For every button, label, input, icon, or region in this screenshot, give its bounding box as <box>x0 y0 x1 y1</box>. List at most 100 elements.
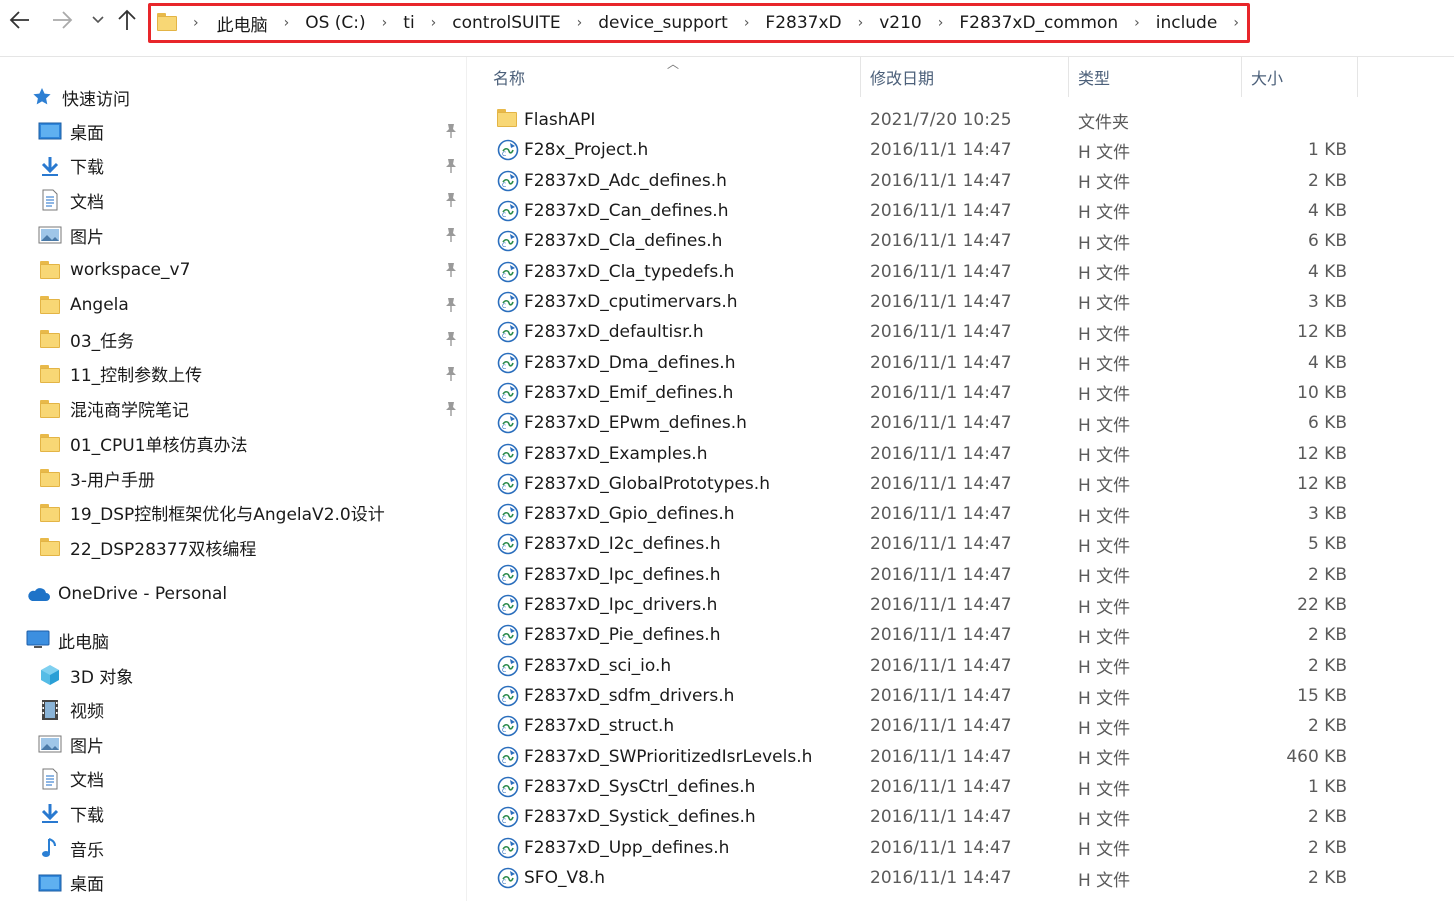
sidebar-pc-item[interactable]: 图片 <box>38 729 104 759</box>
file-name: F2837xD_sdfm_drivers.h <box>524 686 735 707</box>
file-row[interactable]: C F2837xD_Adc_defines.h 2016/11/1 14:47 H 文… <box>467 166 1454 196</box>
sidebar-quick-item[interactable]: 文档 <box>38 185 104 215</box>
file-row[interactable]: C F2837xD_Cla_defines.h 2016/11/1 14:47 H 文… <box>467 226 1454 256</box>
sidebar-this-pc[interactable]: 此电脑 <box>26 625 109 655</box>
back-button[interactable] <box>6 6 34 34</box>
sidebar-quick-item[interactable]: 3-用户手册 <box>38 463 155 493</box>
sidebar-quick-item[interactable]: 下载 <box>38 151 104 181</box>
sidebar-quick-item[interactable]: 19_DSP控制框架优化与AngelaV2.0设计 <box>38 498 385 528</box>
file-row[interactable]: C F2837xD_Ipc_defines.h 2016/11/1 14:47 H 文… <box>467 560 1454 590</box>
file-row[interactable]: C F2837xD_Examples.h 2016/11/1 14:47 H 文件 12… <box>467 439 1454 469</box>
recent-locations-button[interactable] <box>84 6 112 34</box>
breadcrumb-separator-icon[interactable]: › <box>938 15 944 31</box>
pin-icon[interactable] <box>442 226 460 244</box>
column-divider[interactable] <box>1068 57 1069 97</box>
column-header-type[interactable]: 类型 <box>1078 57 1110 97</box>
pin-icon[interactable] <box>442 191 460 209</box>
sidebar-quick-item[interactable]: 01_CPU1单核仿真办法 <box>38 428 248 458</box>
svg-text:C: C <box>502 667 506 674</box>
file-row[interactable]: C F2837xD_struct.h 2016/11/1 14:47 H 文件 2 KB <box>467 711 1454 741</box>
file-row[interactable]: C F28x_Project.h 2016/11/1 14:47 H 文件 1 KB <box>467 135 1454 165</box>
file-row[interactable]: C F2837xD_Dma_defines.h 2016/11/1 14:47 H 文… <box>467 348 1454 378</box>
breadcrumb-separator-icon[interactable]: › <box>382 15 388 31</box>
breadcrumb-separator-icon[interactable]: › <box>431 15 437 31</box>
breadcrumb-separator-icon[interactable]: › <box>1134 15 1140 31</box>
file-row[interactable]: C F2837xD_Emif_defines.h 2016/11/1 14:47 H … <box>467 378 1454 408</box>
breadcrumb-separator-icon[interactable]: › <box>577 15 583 31</box>
file-type: H 文件 <box>1078 658 1131 679</box>
h-file-icon: C <box>497 291 519 313</box>
file-type: H 文件 <box>1078 446 1131 467</box>
sidebar-pc-item[interactable]: 下载 <box>38 798 104 828</box>
sidebar-onedrive[interactable]: OneDrive - Personal <box>26 579 227 609</box>
file-row[interactable]: C F2837xD_Pie_defines.h 2016/11/1 14:47 H 文… <box>467 620 1454 650</box>
sidebar-item-label: 文档 <box>70 192 104 213</box>
breadcrumb-item[interactable]: v210 › <box>879 13 959 33</box>
sidebar-quick-item[interactable]: 桌面 <box>38 116 104 146</box>
column-header-date[interactable]: 修改日期 <box>870 57 934 97</box>
file-row[interactable]: C F2837xD_cputimervars.h 2016/11/1 14:47 H … <box>467 287 1454 317</box>
file-row[interactable]: FlashAPI 2021/7/20 10:25 文件夹 <box>467 105 1454 135</box>
file-row[interactable]: C F2837xD_sci_io.h 2016/11/1 14:47 H 文件 2 KB <box>467 651 1454 681</box>
file-row[interactable]: C F2837xD_I2c_defines.h 2016/11/1 14:47 H 文… <box>467 529 1454 559</box>
column-header-name[interactable]: 名称 <box>493 57 525 97</box>
breadcrumb-separator-icon[interactable]: › <box>1233 15 1239 31</box>
file-row[interactable]: C F2837xD_Can_defines.h 2016/11/1 14:47 H 文… <box>467 196 1454 226</box>
column-divider[interactable] <box>1241 57 1242 97</box>
file-row[interactable]: C F2837xD_Ipc_drivers.h 2016/11/1 14:47 H 文… <box>467 590 1454 620</box>
pin-icon[interactable] <box>442 400 460 418</box>
pin-icon[interactable] <box>442 122 460 140</box>
column-divider[interactable] <box>860 57 861 97</box>
sidebar-quick-item[interactable]: 22_DSP28377双核编程 <box>38 532 256 562</box>
sidebar-quick-item[interactable]: 混沌商学院笔记 <box>38 394 189 424</box>
svg-text:C: C <box>502 818 506 825</box>
column-header-size[interactable]: 大小 <box>1251 57 1283 97</box>
sidebar-pc-item[interactable]: 文档 <box>38 764 104 794</box>
pin-icon[interactable] <box>442 261 460 279</box>
breadcrumb-item[interactable]: device_support › <box>598 13 765 33</box>
breadcrumb-item[interactable]: controlSUITE › <box>452 13 598 33</box>
sidebar-pc-item[interactable]: 视频 <box>38 695 104 725</box>
sidebar-quick-access[interactable]: 快速访问 <box>30 82 130 112</box>
pin-icon[interactable] <box>442 296 460 314</box>
breadcrumb-item[interactable]: F2837xD › <box>765 13 879 33</box>
forward-button[interactable] <box>48 6 76 34</box>
breadcrumb-separator-icon[interactable]: › <box>744 15 750 31</box>
pin-icon[interactable] <box>442 157 460 175</box>
sidebar-quick-item[interactable]: 03_任务 <box>38 324 134 354</box>
up-button[interactable] <box>113 6 141 34</box>
breadcrumb-separator-icon[interactable]: › <box>193 15 199 31</box>
svg-text:C: C <box>502 455 506 462</box>
breadcrumb[interactable]: › 此电脑 › OS (C:) › ti › controlSUITE › device_sup… <box>148 3 1250 43</box>
breadcrumb-item[interactable]: include › <box>1156 13 1247 33</box>
pin-icon[interactable] <box>442 330 460 348</box>
sidebar-quick-item[interactable]: Angela <box>38 290 129 320</box>
file-row[interactable]: C F2837xD_Gpio_defines.h 2016/11/1 14:47 H … <box>467 499 1454 529</box>
file-row[interactable]: C SFO_V8.h 2016/11/1 14:47 H 文件 2 KB <box>467 863 1454 893</box>
sidebar-quick-item[interactable]: workspace_v7 <box>38 255 190 285</box>
file-date: 2016/11/1 14:47 <box>870 504 1012 525</box>
breadcrumb-separator-icon[interactable]: › <box>858 15 864 31</box>
sidebar-pc-item[interactable]: 3D 对象 <box>38 660 133 690</box>
file-row[interactable]: C F2837xD_Systick_defines.h 2016/11/1 14:4… <box>467 802 1454 832</box>
file-row[interactable]: C F2837xD_sdfm_drivers.h 2016/11/1 14:47 H … <box>467 681 1454 711</box>
file-row[interactable]: C F2837xD_Upp_defines.h 2016/11/1 14:47 H 文… <box>467 833 1454 863</box>
sidebar-quick-item[interactable]: 11_控制参数上传 <box>38 359 202 389</box>
file-row[interactable]: C F2837xD_SysCtrl_defines.h 2016/11/1 14:4… <box>467 772 1454 802</box>
file-row[interactable]: C F2837xD_EPwm_defines.h 2016/11/1 14:47 H … <box>467 408 1454 438</box>
breadcrumb-item[interactable]: OS (C:) › <box>305 13 403 33</box>
file-row[interactable]: C F2837xD_defaultisr.h 2016/11/1 14:47 H 文件… <box>467 317 1454 347</box>
column-divider[interactable] <box>1357 57 1358 97</box>
breadcrumb-separator-icon[interactable]: › <box>284 15 290 31</box>
breadcrumb-item[interactable]: ti › <box>403 13 452 33</box>
breadcrumb-item[interactable]: F2837xD_common › <box>959 13 1155 33</box>
sidebar-pc-item[interactable]: 桌面 <box>38 868 104 898</box>
file-row[interactable]: C F2837xD_Cla_typedefs.h 2016/11/1 14:47 H … <box>467 257 1454 287</box>
pin-icon[interactable] <box>442 365 460 383</box>
sidebar-pc-item[interactable]: 音乐 <box>38 833 104 863</box>
breadcrumb-item[interactable]: 此电脑 › <box>217 11 306 36</box>
file-row[interactable]: C F2837xD_SWPrioritizedIsrLevels.h 2016/11… <box>467 742 1454 772</box>
sidebar-quick-item[interactable]: 图片 <box>38 220 104 250</box>
file-row[interactable]: C F2837xD_GlobalPrototypes.h 2016/11/1 14:… <box>467 469 1454 499</box>
h-file-icon: C <box>497 685 519 707</box>
